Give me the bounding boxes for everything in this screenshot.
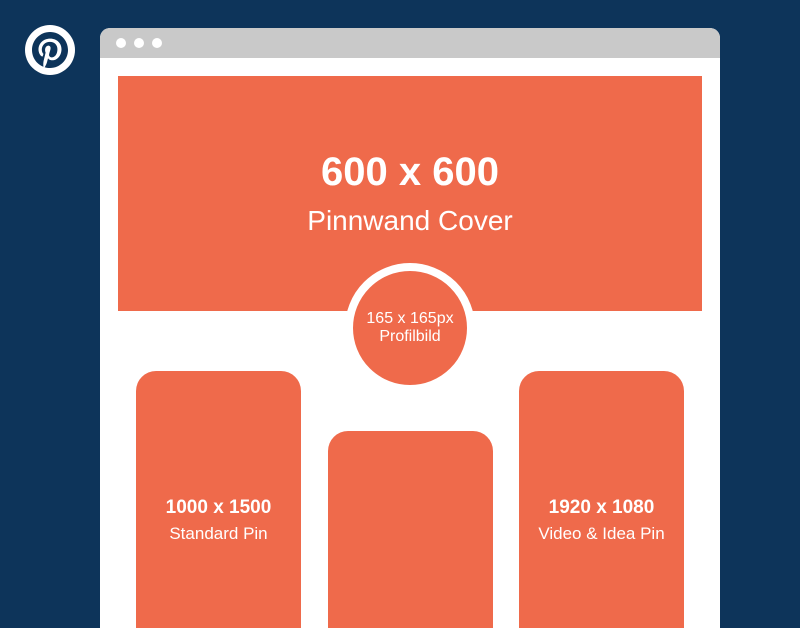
standard-pin-block: 1000 x 1500 Standard Pin [136, 371, 301, 628]
window-dot [116, 38, 126, 48]
center-pin-block [328, 431, 493, 628]
profilbild-circle: 165 x 165px Profilbild [345, 263, 475, 393]
window-dot [134, 38, 144, 48]
profile-dimensions: 165 x 165px [366, 310, 453, 328]
video-pin-dimensions: 1920 x 1080 [549, 497, 655, 519]
browser-titlebar [100, 28, 720, 58]
window-dot [152, 38, 162, 48]
browser-window: 600 x 600 Pinnwand Cover 165 x 165px Pro… [100, 28, 720, 628]
profile-label: Profilbild [379, 328, 440, 346]
pinterest-logo-icon [25, 25, 75, 75]
standard-pin-label: Standard Pin [169, 523, 267, 545]
video-pin-label: Video & Idea Pin [538, 523, 664, 545]
video-pin-block: 1920 x 1080 Video & Idea Pin [519, 371, 684, 628]
cover-dimensions: 600 x 600 [321, 150, 499, 195]
standard-pin-dimensions: 1000 x 1500 [166, 497, 272, 519]
cover-label: Pinnwand Cover [307, 205, 512, 237]
